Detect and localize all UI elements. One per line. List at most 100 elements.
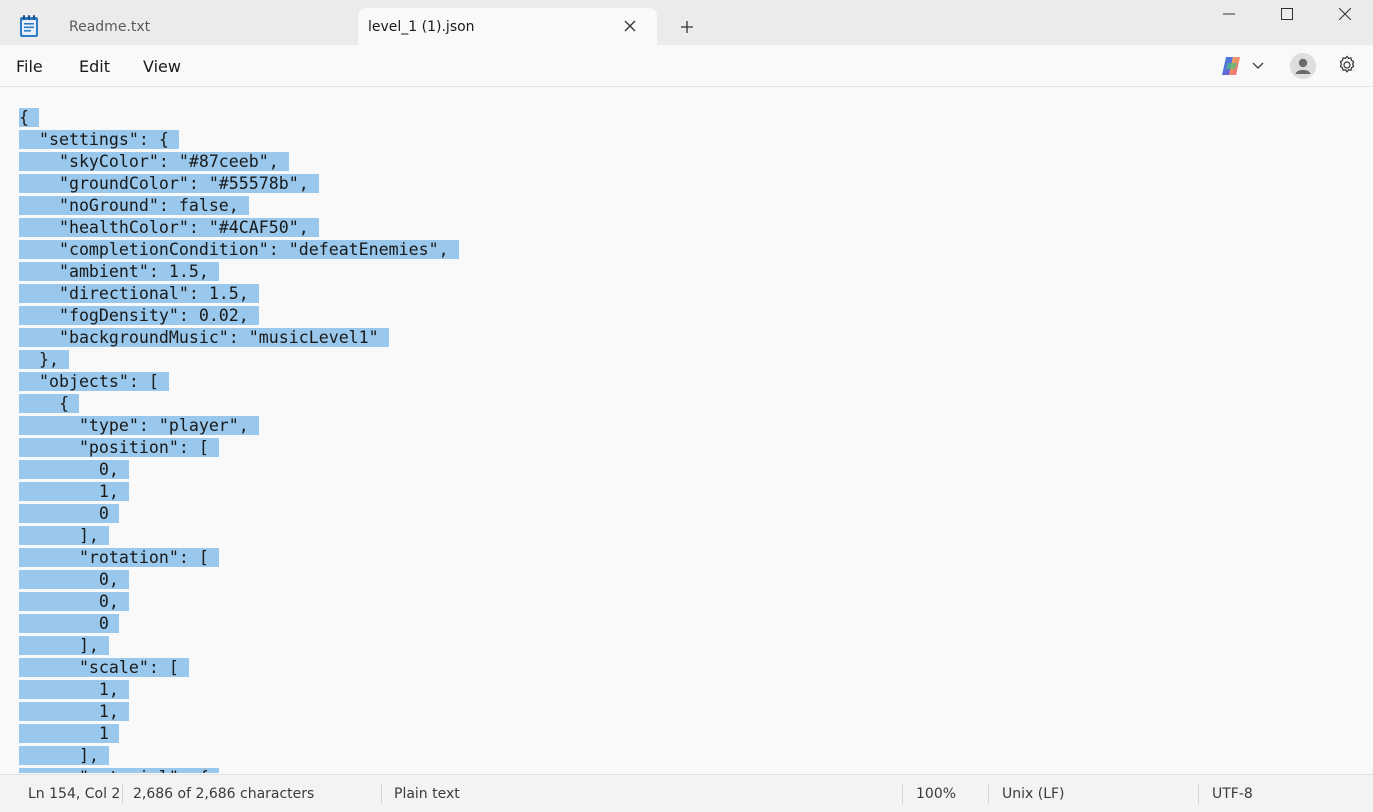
code-line: "material": { (19, 767, 459, 773)
title-bar: Readme.txt level_1 (1).json (0, 0, 1373, 45)
selected-text: "settings": { (19, 130, 179, 149)
code-line: "directional": 1.5, (19, 283, 459, 305)
code-line: "rotation": [ (19, 547, 459, 569)
selected-text: ], (19, 526, 109, 545)
divider (988, 784, 989, 804)
selected-text: 1, (19, 680, 129, 699)
code-line: "noGround": false, (19, 195, 459, 217)
notepad-icon (20, 15, 38, 37)
tab-label: level_1 (1).json (368, 18, 475, 35)
code-line: "healthColor": "#4CAF50", (19, 217, 459, 239)
menu-file[interactable]: File (16, 57, 43, 76)
cursor-position[interactable]: Ln 154, Col 2 (28, 786, 120, 802)
divider (122, 784, 123, 804)
selected-text: { (19, 108, 39, 127)
code-line: "groundColor": "#55578b", (19, 173, 459, 195)
code-line: "ambient": 1.5, (19, 261, 459, 283)
status-bar: Ln 154, Col 2 2,686 of 2,686 characters … (0, 774, 1373, 812)
maximize-button[interactable] (1258, 0, 1316, 28)
minimize-button[interactable] (1200, 0, 1258, 28)
code-line: "position": [ (19, 437, 459, 459)
selected-text: "material": { (19, 768, 219, 773)
selected-text: "objects": [ (19, 372, 169, 391)
code-line: 0, (19, 591, 459, 613)
selected-text: }, (19, 350, 69, 369)
code-line: 1 (19, 723, 459, 745)
gear-icon[interactable] (1336, 54, 1358, 76)
text-editor[interactable]: { "settings": { "skyColor": "#87ceeb", "… (0, 87, 1373, 773)
selected-text: 1 (19, 724, 119, 743)
avatar-icon (1295, 58, 1311, 74)
code-line: { (19, 107, 459, 129)
code-line: "skyColor": "#87ceeb", (19, 151, 459, 173)
selected-text: 0, (19, 460, 129, 479)
chevron-down-icon[interactable] (1251, 58, 1265, 72)
divider (902, 784, 903, 804)
tab-label: Readme.txt (69, 18, 151, 35)
encoding[interactable]: UTF-8 (1212, 786, 1253, 802)
tab-level-json[interactable]: level_1 (1).json (358, 8, 657, 45)
file-type: Plain text (394, 786, 460, 802)
selected-text: "ambient": 1.5, (19, 262, 219, 281)
close-window-button[interactable] (1316, 0, 1373, 28)
code-line: { (19, 393, 459, 415)
selected-text: ], (19, 636, 109, 655)
code-line: 1, (19, 481, 459, 503)
code-line: "type": "player", (19, 415, 459, 437)
close-icon[interactable] (621, 17, 639, 35)
editor-content[interactable]: { "settings": { "skyColor": "#87ceeb", "… (19, 107, 459, 773)
selected-text: 1, (19, 702, 129, 721)
menu-view[interactable]: View (143, 57, 181, 76)
selected-text: "backgroundMusic": "musicLevel1" (19, 328, 389, 347)
code-line: }, (19, 349, 459, 371)
selected-text: 0 (19, 504, 119, 523)
close-icon (1339, 8, 1351, 20)
selected-text: 0 (19, 614, 119, 633)
code-line: 0 (19, 503, 459, 525)
account-avatar[interactable] (1290, 53, 1316, 79)
code-line: ], (19, 635, 459, 657)
code-line: "settings": { (19, 129, 459, 151)
divider (1198, 784, 1199, 804)
selected-text: 0, (19, 570, 129, 589)
selected-text: 0, (19, 592, 129, 611)
code-line: "backgroundMusic": "musicLevel1" (19, 327, 459, 349)
selected-text: "healthColor": "#4CAF50", (19, 218, 319, 237)
selected-text: "fogDensity": 0.02, (19, 306, 259, 325)
selected-text: "skyColor": "#87ceeb", (19, 152, 289, 171)
selected-text: "groundColor": "#55578b", (19, 174, 319, 193)
selected-text: "position": [ (19, 438, 219, 457)
copilot-icon[interactable] (1219, 55, 1243, 77)
code-line: 0, (19, 459, 459, 481)
code-line: 1, (19, 679, 459, 701)
maximize-icon (1281, 8, 1293, 20)
selected-text: "noGround": false, (19, 196, 249, 215)
code-line: "completionCondition": "defeatEnemies", (19, 239, 459, 261)
selected-text: ], (19, 746, 109, 765)
tab-readme[interactable]: Readme.txt (48, 8, 352, 45)
minimize-icon (1223, 13, 1235, 15)
divider (381, 784, 382, 804)
new-tab-button[interactable] (674, 14, 700, 40)
code-line: "scale": [ (19, 657, 459, 679)
selected-text: 1, (19, 482, 129, 501)
line-ending[interactable]: Unix (LF) (1002, 786, 1065, 802)
selected-text: "directional": 1.5, (19, 284, 259, 303)
code-line: "fogDensity": 0.02, (19, 305, 459, 327)
selected-text: "type": "player", (19, 416, 259, 435)
selected-text: "scale": [ (19, 658, 189, 677)
code-line: 0 (19, 613, 459, 635)
code-line: 1, (19, 701, 459, 723)
zoom-level[interactable]: 100% (916, 786, 956, 802)
code-line: ], (19, 745, 459, 767)
code-line: ], (19, 525, 459, 547)
menu-edit[interactable]: Edit (79, 57, 110, 76)
code-line: 0, (19, 569, 459, 591)
character-count: 2,686 of 2,686 characters (133, 786, 315, 802)
selected-text: "rotation": [ (19, 548, 219, 567)
code-line: "objects": [ (19, 371, 459, 393)
selected-text: "completionCondition": "defeatEnemies", (19, 240, 459, 259)
plus-icon (681, 21, 693, 33)
selected-text: { (19, 394, 79, 413)
menu-bar: File Edit View (0, 45, 1373, 87)
